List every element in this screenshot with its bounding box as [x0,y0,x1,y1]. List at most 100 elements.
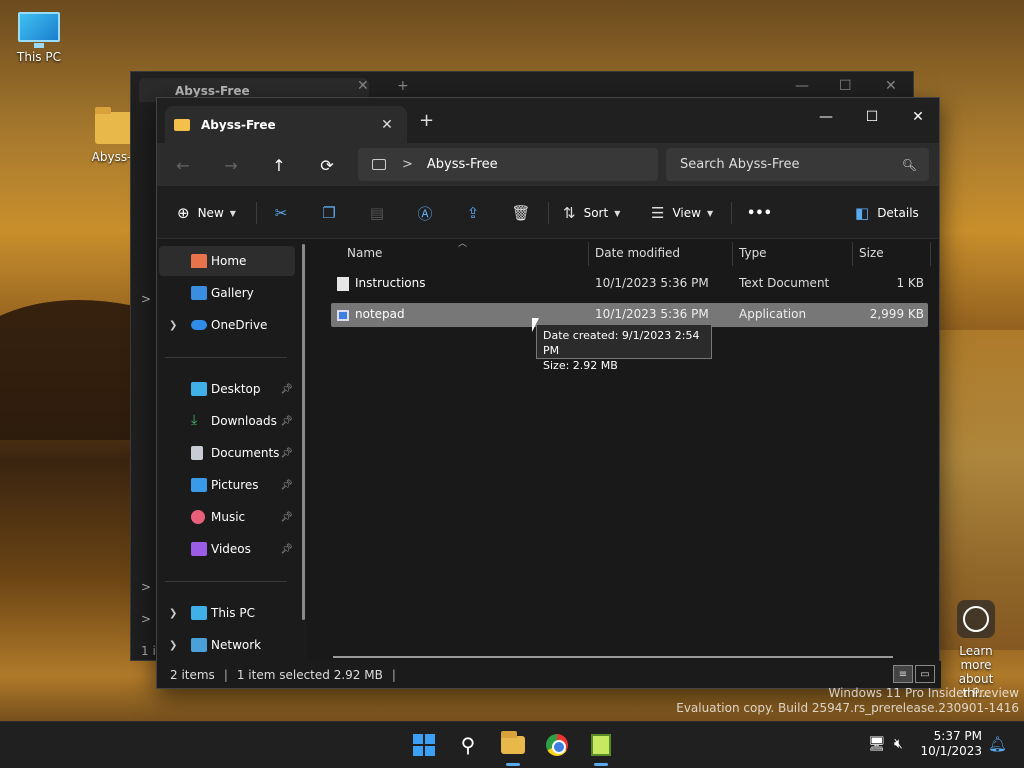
tiles-view-icon[interactable]: ▭ [915,665,935,683]
paste-icon[interactable]: ▤ [365,201,389,225]
new-button[interactable]: ⊕ New ▼ [177,201,236,225]
details-button[interactable]: ◧ Details [855,201,919,225]
cut-icon[interactable]: ✂ [269,201,293,225]
column-header-name[interactable]: Name [347,240,382,266]
tab-abyss-free[interactable]: Abyss-Free ✕ [165,106,407,143]
nav-item-label: This PC [211,606,255,620]
view-button[interactable]: ☰ View ▼ [651,201,713,225]
copy-icon[interactable]: ❐ [317,201,341,225]
horizontal-scrollbar[interactable] [333,656,893,658]
rename-icon[interactable]: Ⓐ [413,201,437,225]
nav-item-desktop[interactable]: Desktop 📌︎ [159,374,295,404]
bg-nav-expander[interactable]: > [141,612,151,626]
file-name: notepad [355,307,405,321]
nav-scrollbar[interactable] [302,244,305,620]
column-header-type[interactable]: Type [739,240,767,266]
tab-close-icon[interactable]: ✕ [375,117,399,133]
nav-item-downloads[interactable]: ⤓ Downloads 📌︎ [159,406,295,436]
new-tab-button[interactable]: + [419,110,434,131]
delete-icon[interactable]: 🗑︎ [509,201,533,225]
nav-item-videos[interactable]: Videos 📌︎ [159,534,295,564]
chevron-right-icon[interactable]: ❯ [169,608,177,619]
file-date: 10/1/2023 5:36 PM [595,307,709,321]
pin-icon[interactable]: 📌︎ [280,544,293,555]
file-tooltip: Date created: 9/1/2023 2:54 PM Size: 2.9… [536,324,712,372]
bg-tab-close-icon[interactable]: ✕ [357,78,369,94]
notification-bell-icon[interactable]: 🔔︎ [988,735,1007,753]
watermark-line-1: Windows 11 Pro Insider Preview [828,686,1019,700]
search-icon: 🔍︎ [901,157,917,172]
breadcrumb-path[interactable]: Abyss-Free [427,157,498,172]
search-input[interactable]: Search Abyss-Free 🔍︎ [666,148,929,181]
titlebar: Abyss-Free ✕ + — ☐ ✕ [157,98,939,143]
up-button[interactable]: ↑ [265,153,293,177]
nav-item-gallery[interactable]: Gallery [159,278,295,308]
nav-item-label: Gallery [211,286,254,300]
details-view-icon[interactable]: ≡ [893,665,913,683]
cloud-icon [191,320,207,330]
column-divider[interactable] [930,242,931,266]
desktop-icon-this-pc[interactable]: This PC [4,12,74,64]
divider [731,202,732,224]
bg-nav-expander[interactable]: > [141,292,151,306]
pin-icon[interactable]: 📌︎ [280,448,293,459]
nav-item-network[interactable]: ❯ Network [159,630,295,660]
nav-item-documents[interactable]: Documents 📌︎ [159,438,295,468]
file-row-instructions[interactable]: Instructions 10/1/2023 5:36 PM Text Docu… [331,272,928,296]
nav-item-music[interactable]: Music 📌︎ [159,502,295,532]
clock[interactable]: 5:37 PM 10/1/2023 [920,729,982,759]
search-placeholder: Search Abyss-Free [680,157,800,172]
network-status-icon[interactable]: 🖥︎ [868,736,886,752]
minimize-button[interactable]: — [803,103,849,131]
learn-more-widget[interactable]: Learn more about thi... [944,600,1008,700]
pin-icon[interactable]: 📌︎ [280,512,293,523]
nav-item-onedrive[interactable]: ❯ OneDrive [159,310,295,340]
chevron-down-icon: ▼ [229,208,236,218]
close-button[interactable]: ✕ [895,103,941,131]
nav-item-label: Pictures [211,478,259,492]
start-button[interactable] [408,730,440,760]
file-name: Instructions [355,276,426,290]
taskbar-chrome[interactable] [541,730,573,760]
search-button[interactable]: ⚲ [452,730,484,760]
sort-button[interactable]: ⇅ Sort ▼ [563,201,620,225]
bg-close-button[interactable]: ✕ [885,78,897,94]
taskbar-notepad-app[interactable] [585,730,617,766]
nav-item-pictures[interactable]: Pictures 📌︎ [159,470,295,500]
bg-maximize-button[interactable]: ☐ [839,78,852,94]
breadcrumb[interactable]: > Abyss-Free [358,148,658,181]
chevron-down-icon: ▼ [614,208,621,218]
monitor-icon [372,159,386,170]
bg-new-tab-button[interactable]: + [397,78,409,94]
chevron-right-icon[interactable]: ❯ [169,640,177,651]
pin-icon[interactable]: 📌︎ [280,480,293,491]
share-icon[interactable]: ⇪ [461,201,485,225]
column-divider[interactable] [852,242,853,266]
tab-title: Abyss-Free [201,117,276,132]
chevron-right-icon[interactable]: ❯ [169,320,177,331]
bg-status-fragment: 1 i [141,644,156,658]
column-header-date[interactable]: Date modified [595,240,680,266]
column-header-size[interactable]: Size [859,240,884,266]
volume-muted-icon[interactable]: 🔇︎ [894,736,903,752]
selection-info: 1 item selected 2.92 MB [236,667,383,682]
refresh-button[interactable]: ⟳ [313,153,341,177]
details-button-label: Details [877,206,919,220]
nav-item-home[interactable]: Home [159,246,295,276]
bg-nav-expander[interactable]: > [141,580,151,594]
column-divider[interactable] [732,242,733,266]
forward-button[interactable]: → [217,153,245,177]
maximize-button[interactable]: ☐ [849,103,895,131]
nav-item-label: Downloads [211,414,277,428]
nav-item-this-pc[interactable]: ❯ This PC [159,598,295,628]
column-divider[interactable] [588,242,589,266]
see-more-button[interactable]: ••• [747,201,772,225]
breadcrumb-separator[interactable]: > [402,157,413,172]
bg-minimize-button[interactable]: — [795,78,809,94]
home-icon [191,254,207,268]
pin-icon[interactable]: 📌︎ [280,416,293,427]
chrome-icon [546,734,568,756]
pin-icon[interactable]: 📌︎ [280,384,293,395]
taskbar-file-explorer[interactable] [497,730,529,766]
back-button[interactable]: ← [169,153,197,177]
